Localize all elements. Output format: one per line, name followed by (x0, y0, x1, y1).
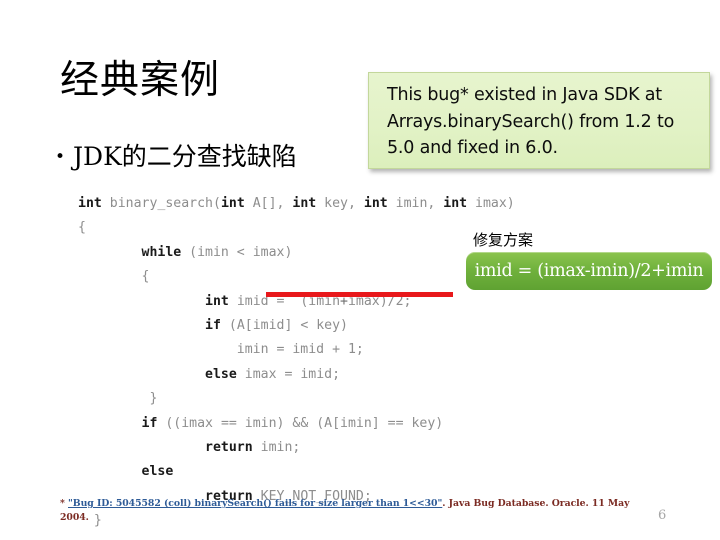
fix-label: 修复方案 (473, 231, 534, 249)
footnote: * "Bug ID: 5045582 (coll) binarySearch()… (60, 497, 654, 525)
list-item: • JDK的二分查找缺陷 (55, 140, 375, 177)
page-title: 经典案例 (60, 58, 221, 103)
code-keyword: else (141, 464, 174, 480)
code-token: imax = imid; (236, 366, 341, 382)
red-underline-highlight (266, 292, 453, 297)
code-token: } (78, 391, 158, 407)
code-line: else imax = imid; (78, 363, 598, 387)
code-token: A[], (244, 196, 293, 211)
bullet-marker-icon: • (55, 147, 66, 167)
code-token: { (78, 220, 86, 236)
code-line: } (78, 387, 598, 411)
code-keyword: int (292, 196, 317, 211)
code-keyword: int (363, 196, 388, 211)
code-line: int binary_search(int A[], int key, int … (78, 192, 598, 216)
code-token: imin = imid + 1; (78, 342, 364, 358)
code-keyword: int (220, 196, 245, 211)
bullet-text: JDK的二分查找缺陷 (73, 142, 297, 171)
code-keyword: int (443, 196, 468, 211)
callout-text: This bug* existed in Java SDK at Arrays.… (387, 85, 675, 158)
code-token: imax) (467, 196, 515, 211)
code-token: (A[imid] < key) (220, 317, 348, 333)
code-keyword: int (205, 293, 229, 309)
code-line: else (78, 460, 598, 484)
code-keyword: else (205, 366, 237, 382)
code-keyword: int (78, 196, 110, 211)
code-token: imin; (252, 439, 301, 455)
code-token: ( (212, 196, 221, 211)
code-keyword: if (205, 317, 221, 333)
code-keyword: if (141, 415, 158, 431)
code-line: if ((imax == imin) && (A[imin] == key) (78, 412, 598, 436)
code-line: if (A[imid] < key) (78, 314, 598, 338)
code-token: (imin < imax) (181, 244, 293, 260)
fix-box: imid = (imax-imin)/2+imin (466, 252, 712, 290)
code-line: return imin; (78, 436, 598, 460)
code-line: imin = imid + 1; (78, 338, 598, 362)
footnote-prefix: * (60, 498, 68, 509)
code-token: binary_search (109, 196, 213, 211)
page-number: 6 (658, 508, 667, 523)
fix-expression: imid = (imax-imin)/2+imin (474, 261, 704, 281)
bullet-list: • JDK的二分查找缺陷 (55, 140, 375, 177)
code-token: { (78, 269, 150, 285)
code-keyword: while (141, 244, 182, 260)
slide-canvas: 经典案例 • JDK的二分查找缺陷 This bug* existed in J… (0, 0, 720, 540)
code-token: ((imax == imin) && (A[imin] == key) (157, 415, 444, 431)
callout-box: This bug* existed in Java SDK at Arrays.… (368, 72, 710, 169)
footnote-link[interactable]: "Bug ID: 5045582 (coll) binarySearch() f… (68, 498, 442, 509)
code-keyword: return (205, 439, 253, 455)
code-token: imin, (387, 196, 444, 211)
code-token: key, (316, 196, 364, 211)
